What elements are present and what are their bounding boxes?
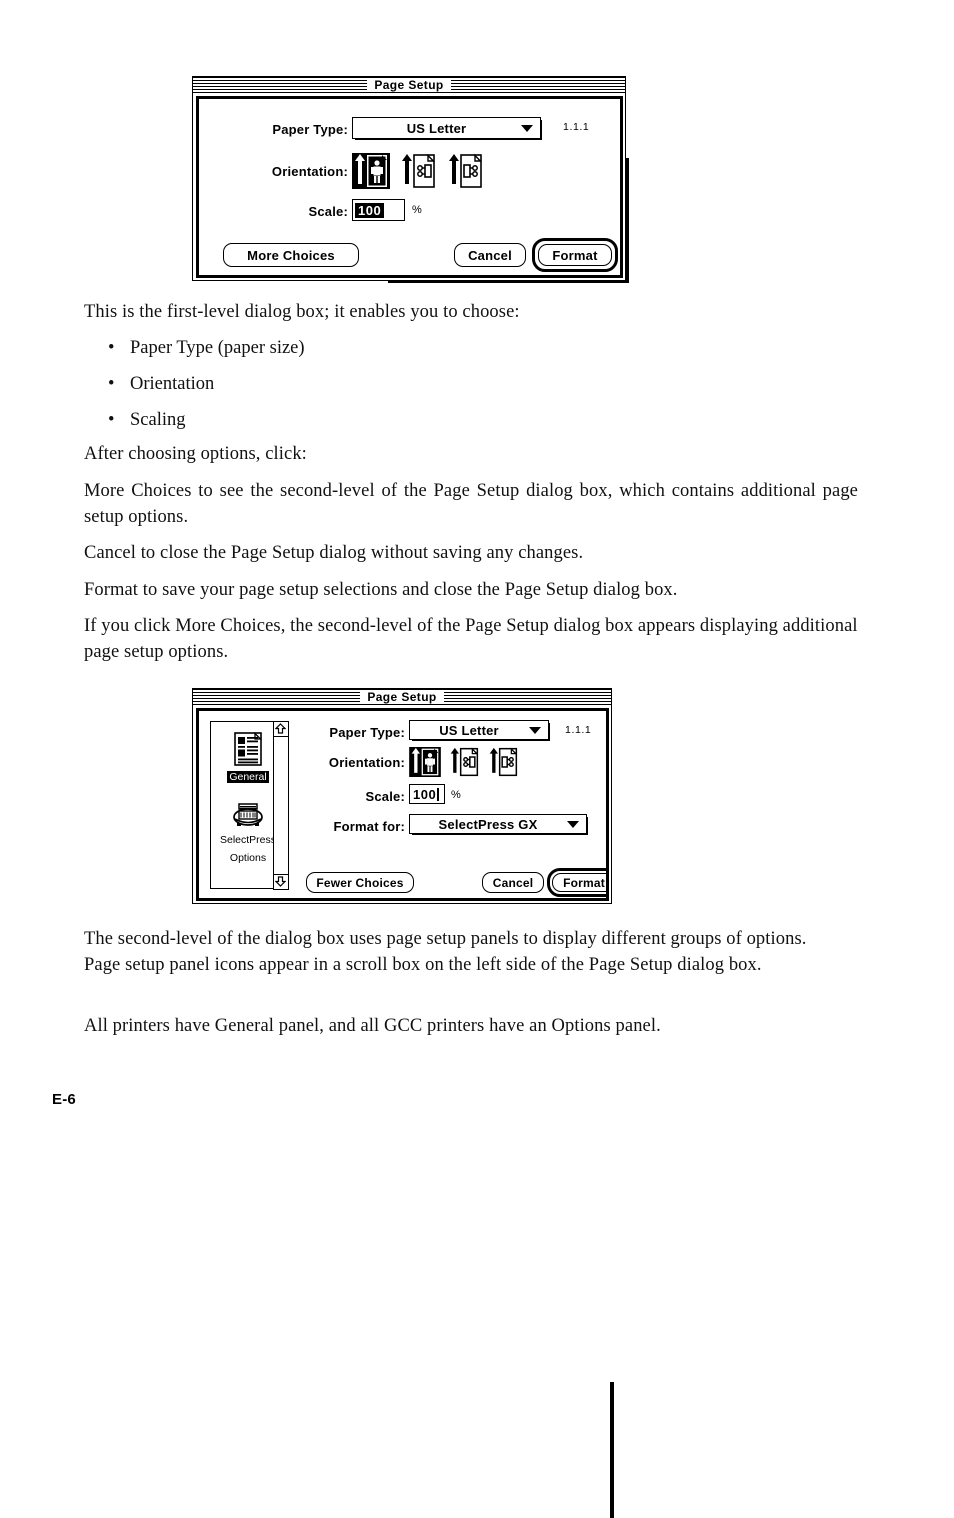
panel-label: General: [227, 771, 269, 783]
scale-unit-label: %: [412, 204, 422, 216]
orientation-landscape-right-icon[interactable]: [487, 747, 519, 777]
scale-value: 100: [413, 786, 437, 802]
orientation-label: Orientation:: [271, 164, 348, 179]
scale-label: Scale:: [308, 204, 348, 219]
dialog-title-bar[interactable]: Page Setup: [193, 77, 625, 93]
page-number: E-6: [52, 1091, 76, 1108]
paragraph-if-you-click: If you click More Choices, the second-le…: [84, 616, 858, 662]
page-setup-dialog-second-level: Page Setup General SelectPress Options P…: [192, 688, 617, 1518]
dialog-title-bar[interactable]: Page Setup: [193, 689, 611, 705]
panel-label-line1: SelectPress: [219, 834, 277, 846]
document-panel-icon: [234, 731, 263, 766]
scroll-up-arrow-icon[interactable]: [273, 722, 288, 737]
dialog-title: Page Setup: [360, 690, 444, 704]
bullet-marker: •: [108, 374, 115, 394]
cancel-button[interactable]: Cancel: [454, 243, 526, 267]
dropdown-shadow: [540, 120, 542, 140]
paper-type-label: Paper Type:: [272, 122, 348, 137]
paragraph-second-level-desc: The second-level of the dialog box uses …: [84, 929, 807, 975]
orientation-landscape-left-icon[interactable]: [399, 153, 437, 189]
scroll-down-arrow-icon[interactable]: [273, 873, 288, 889]
bullet-text: Scaling: [130, 410, 186, 430]
paragraph-intro: This is the first-level dialog box; it e…: [84, 302, 520, 322]
bullet-marker: •: [108, 338, 115, 358]
scale-value: 100: [355, 202, 385, 218]
paper-type-label: Paper Type:: [329, 725, 405, 740]
paragraph-after-choosing: After choosing options, click:: [84, 444, 307, 464]
chevron-down-icon: [521, 125, 533, 132]
orientation-landscape-left-icon[interactable]: [448, 747, 480, 777]
dialog-shadow-right: [610, 1382, 614, 1518]
format-for-value: SelectPress GX: [438, 816, 538, 832]
format-for-label: Format for:: [333, 819, 405, 834]
bullet-text: Paper Type (paper size): [130, 338, 305, 358]
version-label: 1.1.1: [565, 724, 592, 736]
dialog-content-area: General SelectPress Options Paper Type: …: [196, 708, 609, 901]
panel-scrollbar[interactable]: [272, 720, 289, 890]
bullet-marker: •: [108, 410, 115, 430]
scale-input[interactable]: 100: [352, 199, 405, 221]
dropdown-shadow: [586, 817, 588, 835]
orientation-portrait-icon[interactable]: [409, 747, 441, 777]
cancel-button[interactable]: Cancel: [482, 872, 544, 893]
dropdown-shadow: [548, 723, 550, 741]
orientation-portrait-icon[interactable]: [352, 153, 390, 189]
chevron-down-icon: [529, 727, 541, 734]
chevron-down-icon: [567, 821, 579, 828]
orientation-landscape-right-icon[interactable]: [446, 153, 484, 189]
page-setup-dialog-first-level: Page Setup Paper Type: US Letter 1.1.1 O…: [192, 76, 629, 283]
panel-scroll-box[interactable]: General SelectPress Options: [210, 720, 289, 890]
paper-type-value: US Letter: [406, 120, 467, 136]
version-label: 1.1.1: [563, 121, 590, 133]
orientation-label: Orientation:: [328, 755, 405, 770]
more-choices-button[interactable]: More Choices: [223, 243, 359, 267]
paragraph-format: Format to save your page setup selection…: [84, 580, 678, 600]
panel-label-line2: Options: [229, 852, 267, 864]
dialog-title: Page Setup: [367, 78, 451, 92]
paper-type-dropdown[interactable]: US Letter: [409, 720, 550, 741]
printer-panel-icon: [233, 803, 263, 826]
format-button[interactable]: Format: [538, 244, 612, 266]
format-for-dropdown[interactable]: SelectPress GX: [409, 814, 588, 835]
paragraph-more-choices: More Choices to see the second-level of …: [84, 481, 858, 527]
paper-type-dropdown[interactable]: US Letter: [352, 117, 542, 140]
document-page: Page Setup Paper Type: US Letter 1.1.1 O…: [0, 0, 954, 1518]
scale-label: Scale:: [365, 789, 405, 804]
format-button[interactable]: Format: [552, 873, 606, 892]
paragraph-cancel: Cancel to close the Page Setup dialog wi…: [84, 543, 584, 563]
text-caret: [437, 787, 439, 801]
scale-unit-label: %: [451, 789, 461, 801]
paragraph-all-printers: All printers have General panel, and all…: [84, 1016, 661, 1036]
scale-input[interactable]: 100: [409, 784, 445, 804]
dialog-content-area: Paper Type: US Letter 1.1.1 Orientation:: [196, 96, 623, 278]
fewer-choices-button[interactable]: Fewer Choices: [306, 872, 414, 893]
bullet-text: Orientation: [130, 374, 215, 394]
paper-type-value: US Letter: [439, 722, 499, 738]
